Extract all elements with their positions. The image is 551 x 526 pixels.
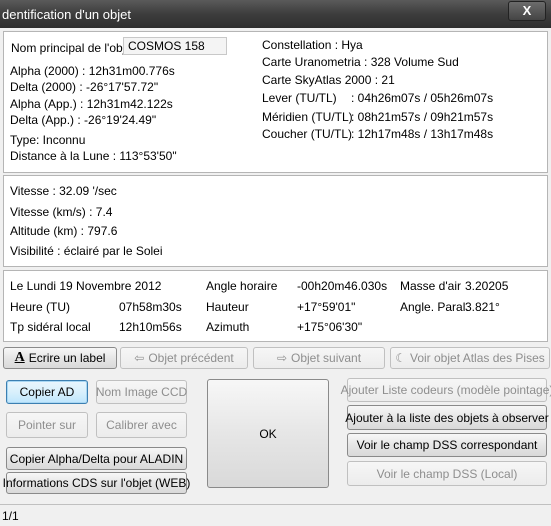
delta-app: Delta (App.) : -26°19'24.49" (10, 113, 157, 127)
tsl-label: Tp sidéral local (10, 320, 91, 334)
vitesse: Vitesse : 32.09 '/sec (10, 184, 117, 198)
view-dss-local-button[interactable]: Voir le champ DSS (Local) (347, 461, 547, 486)
alpha-2000: Alpha (2000) : 12h31m00.776s (10, 64, 175, 78)
meridien-label: Méridien (TU/TL) (262, 110, 353, 124)
atlas-pises-text: Voir objet Atlas des Pises (410, 351, 545, 365)
ecrire-label-text: Ecrire un label (28, 351, 106, 365)
close-button[interactable]: X (508, 1, 546, 21)
moon-icon: ☾ (395, 351, 406, 365)
alpha-app: Alpha (App.) : 12h31m42.122s (10, 97, 173, 111)
object-info-panel: Nom principal de l'objet Alpha (2000) : … (3, 31, 548, 173)
cds-info-button[interactable]: Informations CDS sur l'objet (WEB) (3, 472, 190, 494)
masse-air-value: 3.20205 (465, 279, 509, 293)
pointer-sur-button[interactable]: Pointer sur (6, 412, 88, 438)
distance-moon: Distance à la Lune : 113°53'50" (10, 149, 177, 163)
satellite-panel: Vitesse : 32.09 '/sec Vitesse (km/s) : 7… (3, 175, 548, 267)
arrow-right-icon: ⇨ (276, 351, 287, 365)
next-object-text: Objet suivant (291, 351, 362, 365)
azimuth-value: +175°06'30" (297, 320, 363, 334)
status-bar: 1/1 (0, 504, 551, 526)
angle-horaire-value: -00h20m46.030s (297, 279, 388, 293)
azimuth-label: Azimuth (206, 320, 250, 334)
visibilite: Visibilité : éclairé par le Solei (10, 244, 163, 258)
object-name-field[interactable]: COSMOS 158 (123, 37, 227, 55)
copier-ad-button[interactable]: Copier AD (6, 380, 88, 404)
atlas-pises-button[interactable]: ☾ Voir objet Atlas des Pises (390, 347, 550, 369)
object-type: Type: Inconnu (10, 133, 86, 147)
identification-window: dentification d'un objet X Nom principal… (0, 0, 551, 526)
heure-value: 07h58m30s (119, 300, 182, 314)
ecrire-label-button[interactable]: A Ecrire un label (3, 347, 117, 369)
position-panel: Le Lundi 19 Novembre 2012 Heure (TU) 07h… (3, 270, 548, 342)
lever-label: Lever (TU/TL) (262, 91, 337, 105)
coucher-value: : 12h17m48s / 13h17m48s (351, 127, 494, 141)
constellation: Constellation : Hya (262, 38, 363, 52)
hauteur-label: Hauteur (206, 300, 249, 314)
angle-paral-value: 3.821° (465, 300, 500, 314)
nom-image-ccd-button[interactable]: Nom Image CCD (96, 380, 187, 404)
view-dss-button[interactable]: Voir le champ DSS correspondant (347, 433, 547, 457)
meridien-value: : 08h21m57s / 09h21m57s (351, 110, 494, 124)
uranometria-chart: Carte Uranometria : 328 Volume Sud (262, 55, 459, 69)
copy-aladin-button[interactable]: Copier Alpha/Delta pour ALADIN (6, 447, 187, 470)
text-a-icon: A (14, 350, 25, 365)
masse-air-label: Masse d'air (400, 279, 461, 293)
next-object-button[interactable]: ⇨ Objet suivant (253, 347, 385, 369)
heure-label: Heure (TU) (10, 300, 71, 314)
tsl-value: 12h10m56s (119, 320, 182, 334)
date: Le Lundi 19 Novembre 2012 (10, 279, 162, 293)
previous-object-button[interactable]: ⇦ Objet précédent (120, 347, 248, 369)
skyatlas-chart: Carte SkyAtlas 2000 : 21 (262, 73, 395, 87)
delta-2000: Delta (2000) : -26°17'57.72" (10, 80, 159, 94)
arrow-left-icon: ⇦ (134, 351, 145, 365)
ok-button[interactable]: OK (207, 379, 329, 488)
title-bar[interactable]: dentification d'un objet X (0, 0, 551, 28)
object-name-label: Nom principal de l'objet (11, 41, 136, 55)
coucher-label: Coucher (TU/TL) (262, 127, 353, 141)
previous-object-text: Objet précédent (148, 351, 234, 365)
add-observe-list-button[interactable]: Ajouter à la liste des objets à observer (345, 405, 549, 430)
angle-horaire-label: Angle horaire (206, 279, 278, 293)
vitesse-kms: Vitesse (km/s) : 7.4 (10, 205, 113, 219)
angle-paral-label: Angle. Paral. (400, 300, 469, 314)
calibrer-avec-button[interactable]: Calibrer avec (96, 412, 187, 438)
altitude: Altitude (km) : 797.6 (10, 224, 118, 238)
add-encoder-list-button[interactable]: Ajouter Liste codeurs (modèle pointage) (341, 378, 551, 402)
hauteur-value: +17°59'01" (297, 300, 356, 314)
lever-value: : 04h26m07s / 05h26m07s (351, 91, 494, 105)
page-indicator: 1/1 (2, 509, 19, 523)
window-title: dentification d'un objet (2, 7, 131, 22)
